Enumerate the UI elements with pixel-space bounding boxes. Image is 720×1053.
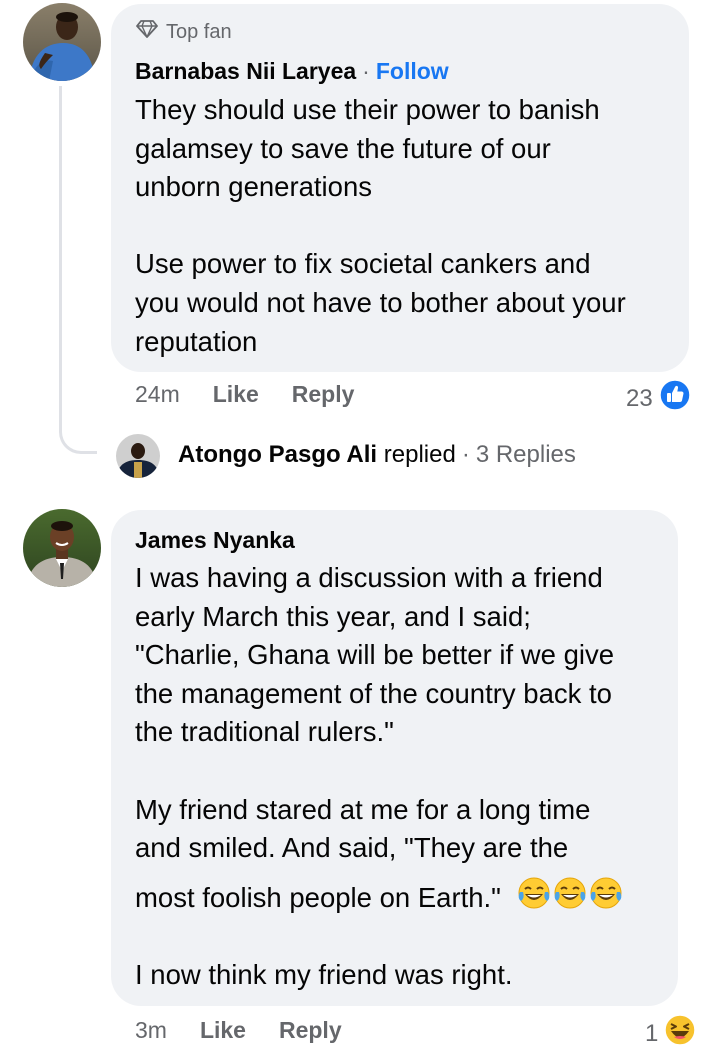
- comment-line: I was having a discussion with a friend: [135, 562, 603, 593]
- comment-line: most foolish people on Earth.": [135, 881, 501, 913]
- follow-button[interactable]: Follow: [376, 58, 449, 84]
- comment-timestamp[interactable]: 24m: [135, 381, 180, 408]
- comment-timestamp[interactable]: 3m: [135, 1017, 167, 1044]
- reaction-summary-james[interactable]: 1: [645, 1014, 697, 1053]
- comment-line: My friend stared at me for a long time: [135, 793, 591, 825]
- avatar-atongo[interactable]: [116, 434, 160, 478]
- reply-button[interactable]: Reply: [292, 381, 355, 408]
- replier-name: Atongo Pasgo Ali: [178, 441, 378, 468]
- comment-actions-james: 3m Like Reply: [135, 1017, 342, 1044]
- comment-body-barnabas: They should use their power to banish ga…: [135, 91, 626, 361]
- comment-line: I now think my friend was right.: [135, 958, 513, 990]
- tears-of-joy-icon: [589, 876, 625, 921]
- comment-line: "Charlie, Ghana will be better if we giv…: [135, 639, 615, 671]
- like-button[interactable]: Like: [200, 1017, 246, 1044]
- comment-line: the management of the country back to: [135, 677, 612, 709]
- like-button[interactable]: Like: [213, 381, 259, 408]
- separator-dot: ·: [461, 441, 470, 468]
- like-thumb-icon: [658, 379, 691, 418]
- comment-header-james: James Nyanka: [135, 527, 295, 554]
- reaction-count: 1: [645, 1019, 659, 1047]
- comment-line: the traditional rulers.": [135, 716, 394, 748]
- replied-label: replied: [383, 441, 456, 468]
- tears-of-joy-icon: [517, 876, 553, 921]
- avatar-james[interactable]: [23, 509, 101, 587]
- author-name[interactable]: James Nyanka: [135, 527, 295, 553]
- reply-button[interactable]: Reply: [279, 1017, 342, 1044]
- comment-line: early March this year, and I said;: [135, 600, 531, 632]
- comment-header-barnabas: Barnabas Nii Laryea · Follow: [135, 58, 449, 85]
- comment-line: unborn generations: [135, 171, 372, 203]
- top-fan-badge: Top fan: [136, 20, 232, 44]
- comment-line-with-emoji: most foolish people on Earth.": [135, 868, 625, 928]
- thread-connector-line: [59, 86, 97, 454]
- avatar-barnabas[interactable]: [23, 3, 101, 81]
- emoji-group: [517, 876, 625, 921]
- tears-of-joy-icon: [553, 876, 589, 921]
- comment-line: They should use their power to banish: [135, 94, 600, 125]
- reaction-count: 23: [626, 384, 653, 412]
- top-fan-label: Top fan: [166, 20, 232, 43]
- comment-actions-barnabas: 24m Like Reply: [135, 381, 354, 408]
- separator-dot: ·: [362, 58, 370, 84]
- reply-count: 3 Replies: [475, 441, 576, 468]
- comment-line: you would not have to bother about your: [135, 286, 626, 318]
- reaction-summary-barnabas[interactable]: 23: [626, 379, 691, 418]
- comment-line: and smiled. And said, "They are the: [135, 832, 569, 864]
- comment-line: Use power to fix societal cankers and: [135, 248, 591, 280]
- haha-icon: [664, 1014, 697, 1053]
- diamond-icon: [136, 20, 158, 44]
- author-name[interactable]: Barnabas Nii Laryea: [135, 58, 356, 84]
- view-replies-link[interactable]: Atongo Pasgo Ali replied · 3 Replies: [178, 441, 576, 469]
- comment-line: reputation: [135, 325, 258, 357]
- comment-line: galamsey to save the future of our: [135, 132, 551, 164]
- comment-body-james: I was having a discussion with a friend …: [135, 559, 625, 994]
